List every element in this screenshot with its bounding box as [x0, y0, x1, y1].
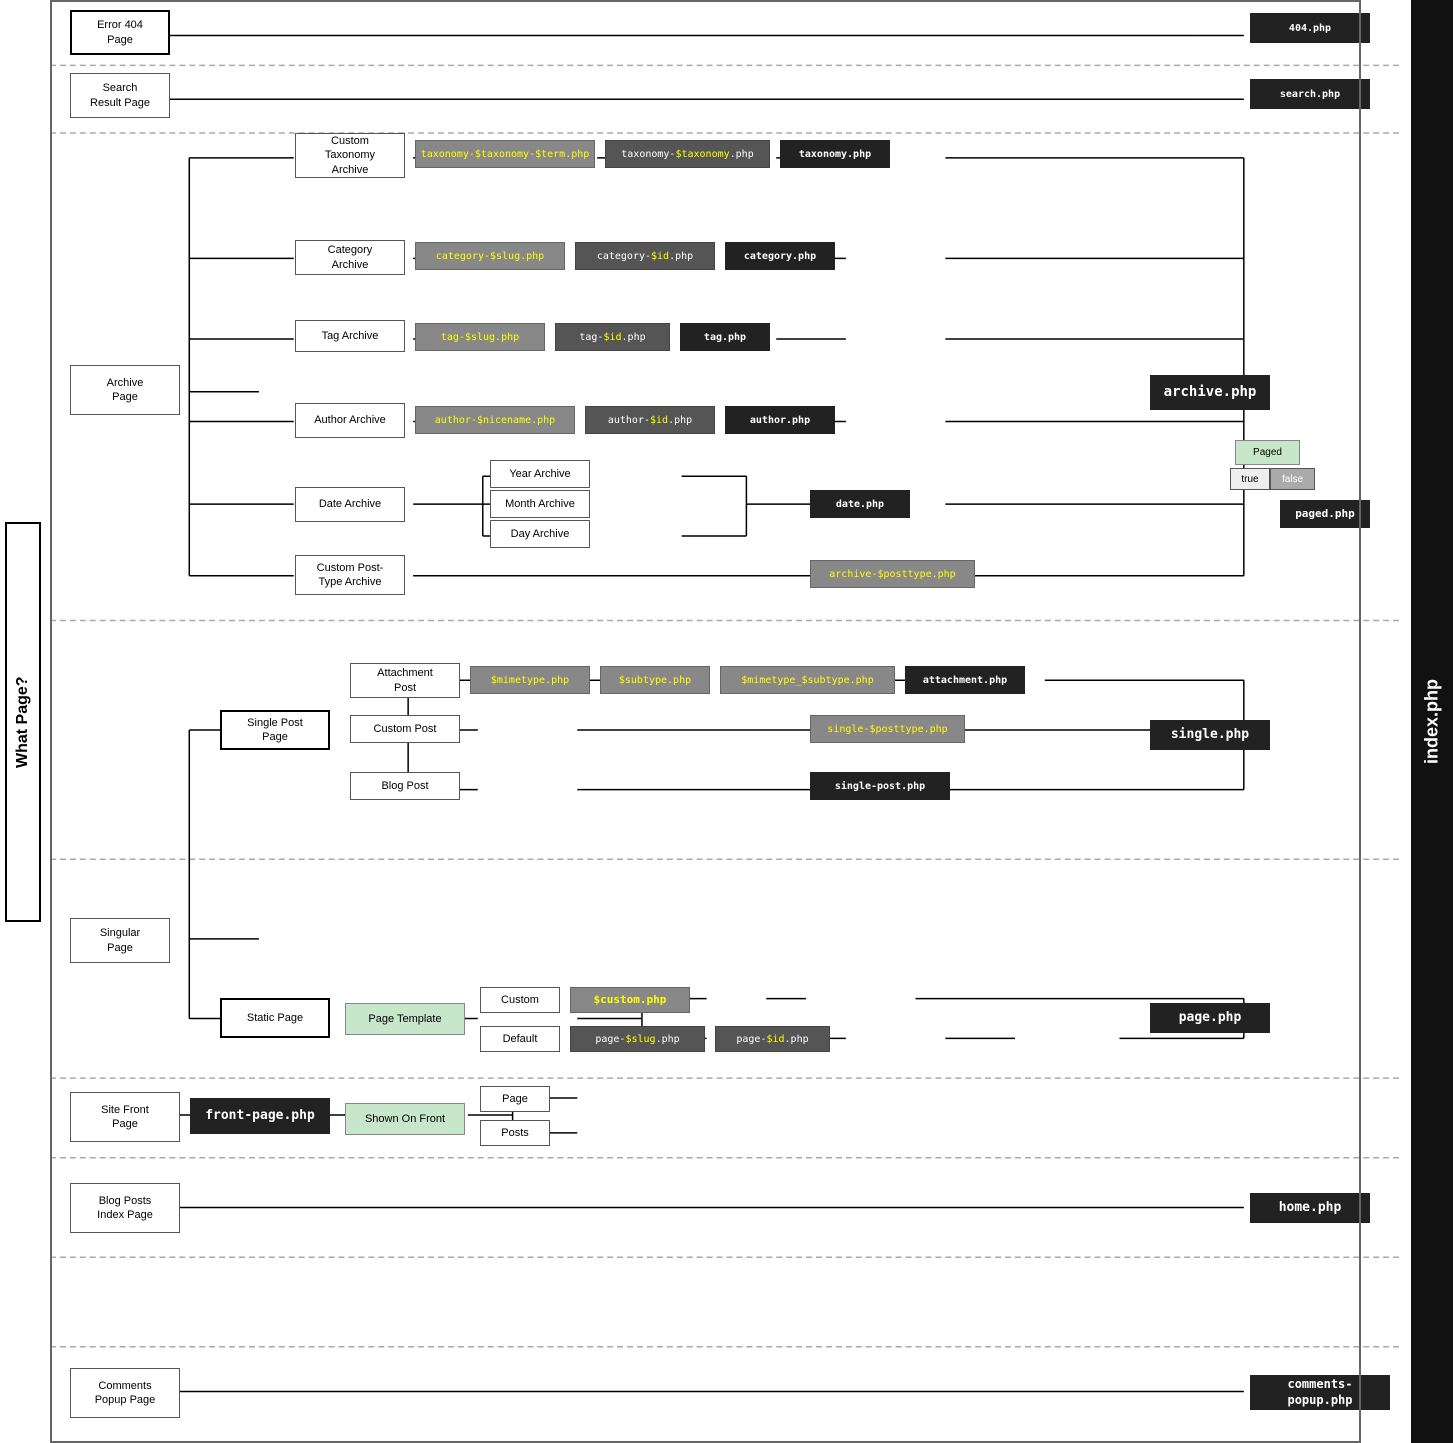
category-file: category.php [725, 242, 835, 270]
search-box: SearchResult Page [70, 73, 170, 118]
tag-id-file: tag-$id.php [555, 323, 670, 351]
mimetype-file: $mimetype.php [470, 666, 590, 694]
archive-posttype-file: archive-$posttype.php [810, 560, 975, 588]
paged-true-box: true [1230, 468, 1270, 490]
error404-file: 404.php [1250, 13, 1370, 43]
author-nicename-file: author-$nicename.php [415, 406, 575, 434]
paged-false-box: false [1270, 468, 1315, 490]
taxonomy-term-file: taxonomy-$taxonomy-$term.php [415, 140, 595, 168]
singular-page-box: SingularPage [70, 918, 170, 963]
comments-popup-file: comments-popup.php [1250, 1375, 1390, 1410]
custom-label-box: Custom [480, 987, 560, 1013]
search-file: search.php [1250, 79, 1370, 109]
what-page-label: What Page? [5, 522, 41, 922]
tag-file: tag.php [680, 323, 770, 351]
page-slug-file: page-$slug.php [570, 1026, 705, 1052]
front-page-option: Page [480, 1086, 550, 1112]
archive-page-box: ArchivePage [70, 365, 180, 415]
date-file: date.php [810, 490, 910, 518]
page-file: page.php [1150, 1003, 1270, 1033]
page-id-file: page-$id.php [715, 1026, 830, 1052]
paged-box: Paged [1235, 440, 1300, 465]
single-posttype-file: single-$posttype.php [810, 715, 965, 743]
attachment-box: AttachmentPost [350, 663, 460, 698]
author-file: author.php [725, 406, 835, 434]
blog-posts-index-box: Blog PostsIndex Page [70, 1183, 180, 1233]
author-box: Author Archive [295, 403, 405, 438]
author-id-file: author-$id.php [585, 406, 715, 434]
tag-box: Tag Archive [295, 320, 405, 352]
month-archive-box: Month Archive [490, 490, 590, 518]
year-archive-box: Year Archive [490, 460, 590, 488]
single-file: single.php [1150, 720, 1270, 750]
default-label-box: Default [480, 1026, 560, 1052]
blog-post-single-box: Blog Post [350, 772, 460, 800]
home-file: home.php [1250, 1193, 1370, 1223]
error404-label: Error 404Page [97, 18, 143, 47]
category-id-file: category-$id.php [575, 242, 715, 270]
mimetype-subtype-file: $mimetype_$subtype.php [720, 666, 895, 694]
archive-file: archive.php [1150, 375, 1270, 410]
date-box: Date Archive [295, 487, 405, 522]
category-slug-file: category-$slug.php [415, 242, 565, 270]
category-box: CategoryArchive [295, 240, 405, 275]
front-page-file: front-page.php [190, 1098, 330, 1134]
search-label: SearchResult Page [90, 81, 150, 110]
paged-file: paged.php [1280, 500, 1370, 528]
shown-on-front-box: Shown On Front [345, 1103, 465, 1135]
attachment-file: attachment.php [905, 666, 1025, 694]
single-post-file: single-post.php [810, 772, 950, 800]
day-archive-box: Day Archive [490, 520, 590, 548]
page-template-box: Page Template [345, 1003, 465, 1035]
single-post-page-box: Single PostPage [220, 710, 330, 750]
index-php-label: index.php [1411, 0, 1453, 1443]
custom-posttype-box: Custom Post-Type Archive [295, 555, 405, 595]
taxonomy-tax-file: taxonomy-$taxonomy.php [605, 140, 770, 168]
error404-box: Error 404Page [70, 10, 170, 55]
custom-file: $custom.php [570, 987, 690, 1013]
static-page-box: Static Page [220, 998, 330, 1038]
front-posts-option: Posts [480, 1120, 550, 1146]
site-front-page-box: Site FrontPage [70, 1092, 180, 1142]
tag-slug-file: tag-$slug.php [415, 323, 545, 351]
comments-popup-box: CommentsPopup Page [70, 1368, 180, 1418]
custom-taxonomy-box: CustomTaxonomyArchive [295, 133, 405, 178]
custom-post-single-box: Custom Post [350, 715, 460, 743]
taxonomy-file: taxonomy.php [780, 140, 890, 168]
subtype-file: $subtype.php [600, 666, 710, 694]
